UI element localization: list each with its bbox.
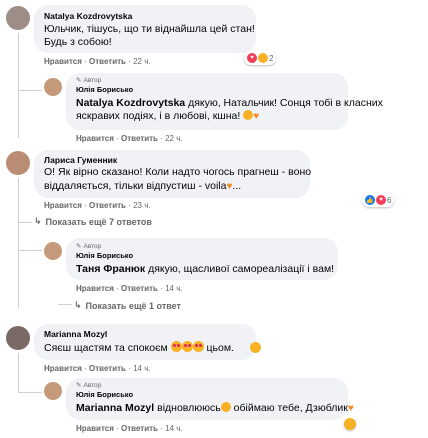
- reply-text-line: Marianna Mozyl відновлююсь обіймаю тебе,…: [76, 402, 354, 414]
- reply-link[interactable]: Ответить: [121, 134, 158, 143]
- comment-meta: Нравится · Ответить · 14 ч.: [44, 364, 151, 373]
- author-badge: ✎ Автор: [76, 381, 102, 390]
- comment-text-line: Юльчик, тішусь, що ти віднайшла цей стан…: [44, 23, 255, 35]
- reply-author[interactable]: Юлія Борисько: [76, 85, 133, 94]
- comment-text-line: О! Як вірно сказано! Коли надто чогось п…: [44, 166, 312, 178]
- pencil-icon: ✎: [76, 243, 82, 250]
- comment-text-line: віддаляється, тільки відпустиш - voila♥.…: [44, 180, 242, 192]
- like-link[interactable]: Нравится: [76, 284, 114, 293]
- thread-line: [18, 90, 42, 91]
- timestamp[interactable]: 22 ч.: [133, 57, 151, 66]
- avatar[interactable]: [6, 151, 30, 175]
- reaction-emoji-icon[interactable]: [344, 418, 356, 430]
- mention-link[interactable]: Natalya Kozdrovytska: [76, 97, 185, 109]
- reply-arrow-icon: ↳: [74, 300, 82, 310]
- timestamp[interactable]: 14 ч.: [165, 284, 183, 293]
- mention-link[interactable]: Marianna Mozyl: [76, 402, 154, 414]
- like-link[interactable]: Нравится: [44, 364, 82, 373]
- reply-link[interactable]: Ответить: [89, 364, 126, 373]
- reply-text-line: яскравих подіях, і в любові, кшна! ♥: [76, 110, 260, 122]
- like-icon: 👍: [365, 195, 375, 205]
- reply-link[interactable]: Ответить: [121, 424, 158, 433]
- reply-author[interactable]: Юлія Борисько: [76, 251, 133, 260]
- heart-eyes-emoji-icon: [192, 341, 204, 352]
- heart-icon: ♥: [247, 53, 257, 63]
- avatar[interactable]: [6, 326, 30, 350]
- thread-line: [58, 304, 72, 305]
- thread-line: [18, 178, 19, 308]
- like-link[interactable]: Нравится: [44, 201, 82, 210]
- comment-text-line: Сяєш щастям та спокоєм цьом.: [44, 341, 234, 354]
- thread-line: [18, 33, 19, 138]
- reply-author[interactable]: Юлія Борисько: [76, 390, 133, 399]
- comment-author[interactable]: Marianna Mozyl: [44, 329, 107, 339]
- reply-meta: Нравится · Ответить · 14 ч.: [76, 424, 183, 433]
- reply-link[interactable]: Ответить: [121, 284, 158, 293]
- like-link[interactable]: Нравится: [76, 424, 114, 433]
- reply-link[interactable]: Ответить: [89, 57, 126, 66]
- heart-emoji-icon: ♥: [347, 403, 354, 414]
- show-more-replies-button[interactable]: ↳ Показать ещё 1 ответ: [74, 300, 181, 311]
- pencil-icon: ✎: [76, 77, 82, 84]
- show-more-replies-button[interactable]: ↳ Показать ещё 7 ответов: [34, 216, 152, 227]
- reaction-count: 6: [387, 195, 392, 205]
- reply-meta: Нравится · Ответить · 22 ч.: [76, 134, 183, 143]
- timestamp[interactable]: 14 ч.: [165, 424, 183, 433]
- reply-link[interactable]: Ответить: [89, 201, 126, 210]
- thread-line: [18, 353, 19, 393]
- comment-meta: Нравится · Ответить · 23 ч.: [44, 201, 151, 210]
- heart-eyes-emoji-icon: [170, 341, 182, 352]
- reply-arrow-icon: ↳: [34, 216, 42, 226]
- heart-icon: ♥: [376, 195, 386, 205]
- timestamp[interactable]: 14 ч.: [133, 364, 151, 373]
- timestamp[interactable]: 23 ч.: [133, 201, 151, 210]
- heart-emoji-icon: ♥: [253, 111, 260, 122]
- avatar[interactable]: [6, 6, 30, 30]
- comment-text-line: Будь з собою!: [44, 36, 112, 48]
- avatar[interactable]: [44, 78, 62, 96]
- thread-line: [18, 250, 42, 251]
- comment-meta: Нравится · Ответить · 22 ч.: [44, 57, 151, 66]
- thread-line: [18, 222, 32, 223]
- care-icon: [258, 53, 268, 63]
- avatar[interactable]: [44, 382, 62, 400]
- timestamp[interactable]: 22 ч.: [165, 134, 183, 143]
- like-link[interactable]: Нравится: [76, 134, 114, 143]
- smile-emoji-icon: [243, 110, 254, 120]
- smile-emoji-icon: [220, 402, 231, 412]
- emoji-icon: [250, 342, 261, 353]
- author-badge: ✎ Автор: [76, 76, 102, 85]
- comment-author[interactable]: Лариса Гуменник: [44, 155, 117, 165]
- reply-text-line: Natalya Kozdrovytska дякую, Натальчик! С…: [76, 97, 383, 109]
- heart-emoji-icon: ♥: [226, 181, 233, 192]
- reaction-summary[interactable]: 👍 ♥ 6: [362, 193, 395, 207]
- thread-line: [18, 392, 42, 393]
- avatar[interactable]: [44, 242, 62, 260]
- reply-meta: Нравится · Ответить · 14 ч.: [76, 284, 183, 293]
- like-link[interactable]: Нравится: [44, 57, 82, 66]
- heart-eyes-emoji-icon: [181, 341, 193, 352]
- reaction-count: 2: [269, 53, 274, 63]
- author-badge: ✎ Автор: [76, 242, 102, 251]
- comment-author[interactable]: Natalya Kozdrovytska: [44, 11, 132, 21]
- pencil-icon: ✎: [76, 382, 82, 389]
- reaction-summary[interactable]: ♥ 2: [244, 51, 277, 65]
- reply-text-line: Таня Франюк дякую, щасливої самореалізац…: [76, 263, 335, 275]
- mention-link[interactable]: Таня Франюк: [76, 263, 145, 275]
